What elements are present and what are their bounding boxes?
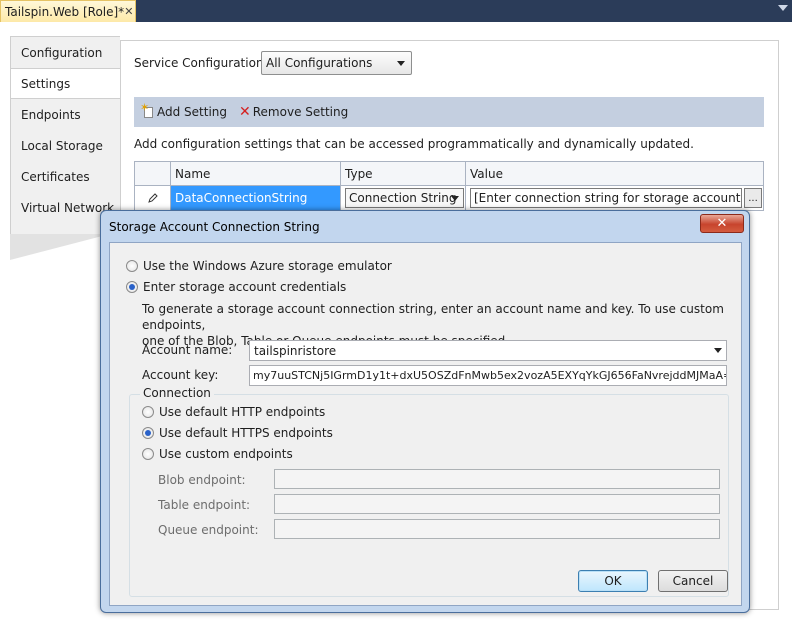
option-http-label: Use default HTTP endpoints xyxy=(159,405,326,419)
settings-toolbar: ✶ Add Setting ✕ Remove Setting xyxy=(134,97,764,127)
queue-endpoint-label: Queue endpoint: xyxy=(158,523,259,537)
option-emulator[interactable]: Use the Windows Azure storage emulator xyxy=(126,259,392,273)
radio-custom[interactable] xyxy=(142,448,154,460)
account-name-combo[interactable]: tailspinristore xyxy=(249,340,727,361)
service-configuration-select[interactable]: All Configurations xyxy=(261,51,412,75)
option-http[interactable]: Use default HTTP endpoints xyxy=(142,405,325,419)
tab-settings[interactable]: Settings xyxy=(11,68,123,99)
connection-group-title: Connection xyxy=(140,386,214,400)
dialog-body: Use the Windows Azure storage emulator E… xyxy=(109,242,742,606)
option-custom[interactable]: Use custom endpoints xyxy=(142,447,293,461)
browse-value-button[interactable]: ... xyxy=(744,188,762,208)
option-https-label: Use default HTTPS endpoints xyxy=(159,426,333,440)
tab-endpoints[interactable]: Endpoints xyxy=(11,99,121,130)
option-credentials[interactable]: Enter storage account credentials xyxy=(126,280,346,294)
tab-local-storage[interactable]: Local Storage xyxy=(11,130,121,161)
remove-setting-label: Remove Setting xyxy=(252,105,349,119)
queue-endpoint-input xyxy=(274,519,720,539)
option-custom-label: Use custom endpoints xyxy=(159,447,293,461)
cancel-button[interactable]: Cancel xyxy=(658,570,728,592)
remove-setting-button[interactable]: ✕ Remove Setting xyxy=(239,105,348,119)
blob-endpoint-label: Blob endpoint: xyxy=(158,473,246,487)
setting-type-select[interactable]: Connection String xyxy=(345,188,464,208)
option-credentials-label: Enter storage account credentials xyxy=(143,280,347,294)
dialog-close-button[interactable]: ✕ xyxy=(700,214,744,233)
side-tabs-fold xyxy=(10,234,110,260)
tab-configuration[interactable]: Configuration xyxy=(11,37,121,68)
storage-connection-dialog: Storage Account Connection String ✕ Use … xyxy=(100,210,750,613)
setting-value-cell[interactable]: [Enter connection string for storage acc… xyxy=(466,186,763,210)
edit-row-pencil-icon[interactable] xyxy=(135,186,171,210)
radio-http[interactable] xyxy=(142,406,154,418)
radio-credentials[interactable] xyxy=(126,281,138,293)
table-endpoint-input xyxy=(274,494,720,514)
option-emulator-label: Use the Windows Azure storage emulator xyxy=(143,259,392,273)
account-name-label: Account name: xyxy=(142,343,233,357)
remove-icon: ✕ xyxy=(239,104,251,120)
service-configuration-label: Service Configuration: xyxy=(134,56,268,70)
document-tab[interactable]: Tailspin.Web [Role]* ✕ xyxy=(0,0,136,22)
close-icon[interactable]: ✕ xyxy=(124,5,133,18)
add-setting-label: Add Setting xyxy=(157,105,228,119)
add-setting-icon: ✶ xyxy=(140,101,155,119)
chevron-down-icon[interactable] xyxy=(714,348,722,353)
account-key-field[interactable]: my7uuSTCNj5IGrmD1y1t+dxU5OSZdFnMwb5ex2vo… xyxy=(249,365,727,386)
blob-endpoint-input xyxy=(274,469,720,489)
column-header-value[interactable]: Value xyxy=(466,162,763,185)
grid-header: Name Type Value xyxy=(135,162,763,186)
table-row[interactable]: DataConnectionString Connection String [… xyxy=(135,186,763,210)
designer-side-tabs: Configuration Settings Endpoints Local S… xyxy=(10,36,123,236)
tab-certificates[interactable]: Certificates xyxy=(11,161,121,192)
chevron-down-icon xyxy=(397,61,405,66)
add-setting-button[interactable]: ✶ Add Setting xyxy=(140,101,228,119)
ok-button[interactable]: OK xyxy=(578,570,648,592)
info-line-1: To generate a storage account connection… xyxy=(142,302,724,332)
setting-type-value: Connection String xyxy=(349,191,457,205)
account-name-value: tailspinristore xyxy=(254,343,337,358)
connection-group: Connection Use default HTTP endpoints Us… xyxy=(129,386,729,597)
account-key-label: Account key: xyxy=(142,368,219,382)
chevron-down-icon[interactable] xyxy=(778,5,788,11)
column-header-name[interactable]: Name xyxy=(171,162,341,185)
service-configuration-value: All Configurations xyxy=(266,56,373,70)
setting-value-input[interactable]: [Enter connection string for storage acc… xyxy=(470,188,742,208)
row-selector-header xyxy=(135,162,171,185)
table-endpoint-label: Table endpoint: xyxy=(158,498,251,512)
close-icon: ✕ xyxy=(716,216,728,231)
settings-grid: Name Type Value DataConnectionString Con… xyxy=(134,161,764,211)
setting-type-cell[interactable]: Connection String xyxy=(341,186,466,210)
radio-emulator[interactable] xyxy=(126,260,138,272)
dialog-title: Storage Account Connection String xyxy=(109,220,320,234)
option-https[interactable]: Use default HTTPS endpoints xyxy=(142,426,333,440)
chevron-down-icon xyxy=(451,196,459,201)
setting-name-cell[interactable]: DataConnectionString xyxy=(171,186,341,210)
column-header-type[interactable]: Type xyxy=(341,162,466,185)
radio-https[interactable] xyxy=(142,427,154,439)
settings-description: Add configuration settings that can be a… xyxy=(134,137,694,151)
document-tab-strip: Tailspin.Web [Role]* ✕ xyxy=(0,0,792,22)
document-tab-title: Tailspin.Web [Role]* xyxy=(5,4,125,19)
